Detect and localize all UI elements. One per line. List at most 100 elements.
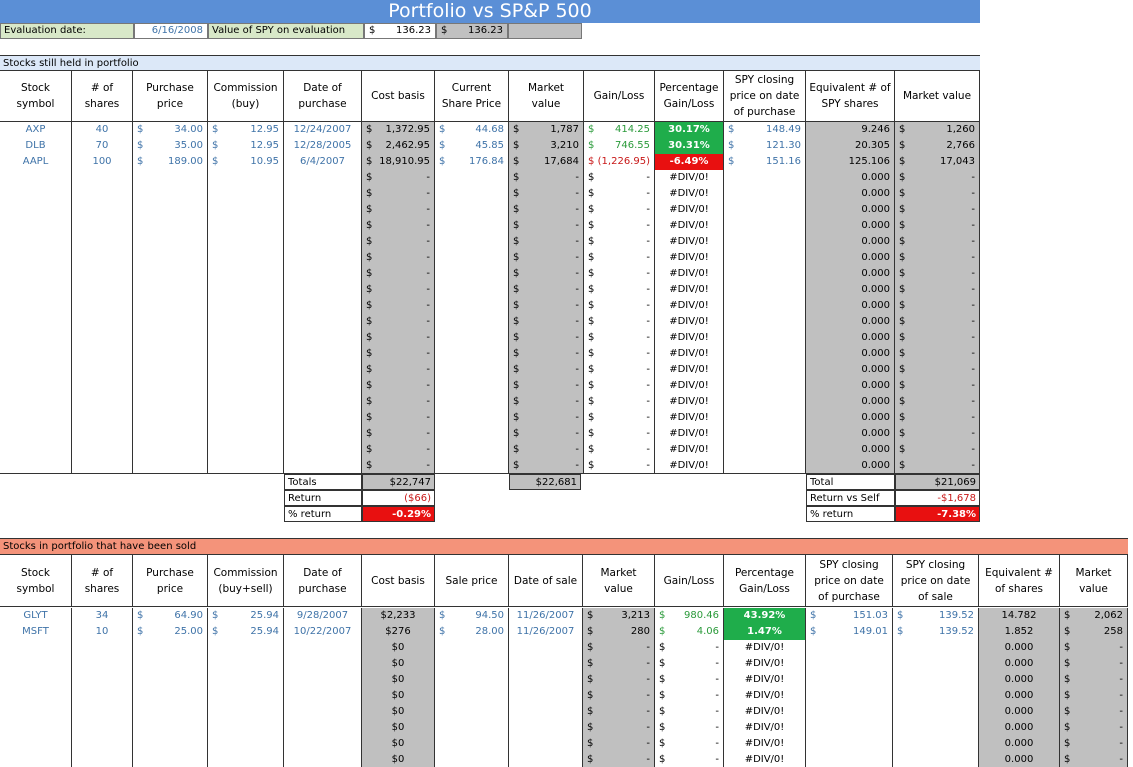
table-cell[interactable]: $ - (583, 752, 655, 767)
table-cell[interactable]: $0 (362, 672, 435, 688)
table-cell[interactable]: $ - (362, 282, 435, 298)
table-cell[interactable]: $ - (895, 282, 980, 298)
table-cell[interactable] (284, 362, 362, 378)
table-cell[interactable] (284, 282, 362, 298)
table-cell[interactable]: $139.52 (893, 624, 979, 640)
table-cell[interactable]: #DIV/0! (724, 720, 806, 736)
table-cell[interactable]: $149.01 (806, 624, 893, 640)
table-cell[interactable]: 6/4/2007 (284, 154, 362, 170)
table-cell[interactable]: $ - (655, 720, 724, 736)
table-cell[interactable]: $25.94 (208, 624, 284, 640)
table-cell[interactable] (0, 688, 72, 704)
table-cell[interactable]: $ - (584, 378, 655, 394)
table-cell[interactable]: $ - (509, 282, 584, 298)
table-cell[interactable] (284, 442, 362, 458)
table-cell[interactable]: $ - (895, 202, 980, 218)
table-cell[interactable]: $ - (584, 394, 655, 410)
table-cell[interactable] (0, 346, 72, 362)
table-cell[interactable]: $4.06 (655, 624, 724, 640)
table-cell[interactable]: $ - (895, 218, 980, 234)
table-cell[interactable]: $94.50 (435, 608, 509, 624)
market-total-value[interactable]: $22,681 (509, 474, 581, 490)
table-cell[interactable]: #DIV/0! (655, 202, 724, 218)
table-cell[interactable]: $ - (895, 170, 980, 186)
table-cell[interactable] (435, 640, 509, 656)
table-cell[interactable] (208, 752, 284, 767)
table-cell[interactable]: 0.000 (806, 298, 895, 314)
table-cell[interactable]: #DIV/0! (655, 314, 724, 330)
table-cell[interactable] (208, 378, 284, 394)
table-cell[interactable]: $ - (584, 250, 655, 266)
table-cell[interactable]: $ - (509, 250, 584, 266)
table-cell[interactable]: $0 (362, 656, 435, 672)
table-cell[interactable]: $ - (362, 170, 435, 186)
column-header[interactable]: Date of purchase (284, 71, 362, 122)
table-cell[interactable] (208, 298, 284, 314)
table-cell[interactable]: 43.92% (724, 608, 806, 624)
table-cell[interactable]: $ - (509, 362, 584, 378)
table-cell[interactable] (893, 752, 979, 767)
table-cell[interactable] (724, 298, 806, 314)
table-cell[interactable] (0, 250, 72, 266)
table-cell[interactable]: $ - (509, 442, 584, 458)
table-cell[interactable] (208, 218, 284, 234)
table-cell[interactable]: #DIV/0! (655, 234, 724, 250)
table-cell[interactable]: $ - (655, 640, 724, 656)
table-cell[interactable]: $17,043 (895, 154, 980, 170)
table-cell[interactable] (208, 704, 284, 720)
pct-return-value[interactable]: -0.29% (362, 506, 435, 522)
table-cell[interactable] (0, 378, 72, 394)
table-cell[interactable] (724, 170, 806, 186)
table-cell[interactable]: $746.55 (584, 138, 655, 154)
table-cell[interactable] (208, 442, 284, 458)
table-cell[interactable] (133, 394, 208, 410)
table-cell[interactable] (133, 442, 208, 458)
table-cell[interactable]: -6.49% (655, 154, 724, 170)
table-cell[interactable] (435, 672, 509, 688)
table-cell[interactable] (284, 202, 362, 218)
table-cell[interactable] (133, 752, 208, 767)
table-cell[interactable] (435, 458, 509, 474)
table-cell[interactable]: $ - (584, 426, 655, 442)
table-cell[interactable] (284, 218, 362, 234)
table-cell[interactable]: $1,260 (895, 122, 980, 138)
table-cell[interactable]: $ - (584, 170, 655, 186)
table-cell[interactable]: $ - (509, 202, 584, 218)
table-cell[interactable]: 0.000 (979, 640, 1060, 656)
table-cell[interactable] (133, 704, 208, 720)
table-cell[interactable] (133, 186, 208, 202)
table-cell[interactable]: $ - (362, 314, 435, 330)
table-cell[interactable]: #DIV/0! (724, 752, 806, 767)
table-cell[interactable] (284, 672, 362, 688)
table-cell[interactable]: $45.85 (435, 138, 509, 154)
table-cell[interactable]: $ - (362, 250, 435, 266)
table-cell[interactable]: $ - (362, 346, 435, 362)
table-cell[interactable]: $18,910.95 (362, 154, 435, 170)
table-cell[interactable]: 9.246 (806, 122, 895, 138)
table-cell[interactable] (72, 298, 133, 314)
table-cell[interactable]: $0 (362, 688, 435, 704)
table-cell[interactable]: $12.95 (208, 138, 284, 154)
table-cell[interactable] (284, 688, 362, 704)
table-cell[interactable]: $ - (584, 218, 655, 234)
table-cell[interactable]: $ - (655, 688, 724, 704)
table-cell[interactable]: $0 (362, 720, 435, 736)
table-cell[interactable] (133, 426, 208, 442)
table-cell[interactable]: #DIV/0! (655, 362, 724, 378)
table-cell[interactable] (284, 298, 362, 314)
table-cell[interactable]: $280 (583, 624, 655, 640)
table-cell[interactable] (72, 234, 133, 250)
table-cell[interactable]: 0.000 (806, 266, 895, 282)
table-cell[interactable]: $25.94 (208, 608, 284, 624)
table-cell[interactable]: $ - (362, 186, 435, 202)
table-cell[interactable]: $139.52 (893, 608, 979, 624)
table-cell[interactable]: $12.95 (208, 122, 284, 138)
table-cell[interactable] (133, 314, 208, 330)
table-cell[interactable]: $ - (509, 314, 584, 330)
table-cell[interactable] (284, 378, 362, 394)
table-cell[interactable] (0, 410, 72, 426)
table-cell[interactable] (284, 250, 362, 266)
table-cell[interactable] (509, 704, 583, 720)
table-cell[interactable] (72, 640, 133, 656)
table-cell[interactable]: #DIV/0! (655, 442, 724, 458)
